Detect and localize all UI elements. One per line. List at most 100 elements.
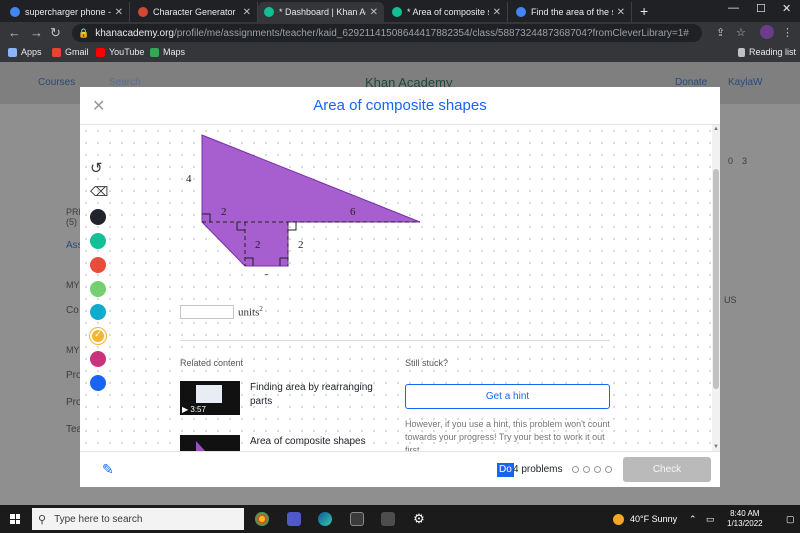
back-icon[interactable]: ← bbox=[8, 25, 21, 40]
settings-gear-icon[interactable]: ⚙ bbox=[412, 512, 426, 526]
nav-user: KaylaW bbox=[728, 77, 763, 88]
figure-label: 2 bbox=[298, 239, 304, 251]
related-video-link[interactable]: Finding area by rearranging parts bbox=[250, 381, 380, 409]
tab-title: * Dashboard | Khan Acad bbox=[279, 7, 366, 17]
reload-icon[interactable]: ↻ bbox=[50, 25, 61, 41]
figure-label: 6 bbox=[350, 206, 356, 218]
edge-icon[interactable] bbox=[318, 512, 332, 526]
content-scrollbar[interactable]: ▲ ▼ bbox=[712, 125, 720, 451]
progress-dot bbox=[594, 466, 601, 473]
problems-count: 4 problems bbox=[513, 464, 563, 475]
clock-time: 8:40 AM bbox=[730, 509, 760, 518]
google-icon bbox=[10, 7, 20, 17]
do-label: Do bbox=[497, 463, 514, 477]
color-pink[interactable] bbox=[90, 351, 106, 367]
check-icon: ✓ bbox=[94, 329, 102, 339]
chevron-up-icon[interactable]: ⌃ bbox=[689, 514, 697, 525]
right-label: 3 bbox=[742, 156, 748, 166]
right-label: 0 bbox=[728, 156, 734, 166]
new-tab-icon[interactable]: + bbox=[640, 3, 648, 19]
browser-tab[interactable]: * Area of composite shap ✕ bbox=[386, 2, 508, 22]
composite-shape-figure: 4 2 6 2 2 2 bbox=[186, 134, 421, 275]
color-teal[interactable] bbox=[90, 233, 106, 249]
close-tab-icon[interactable]: ✕ bbox=[243, 7, 251, 18]
side-label: MY bbox=[66, 280, 80, 290]
side-label: (5) bbox=[66, 217, 77, 227]
scroll-thumb[interactable] bbox=[713, 169, 719, 389]
scroll-up-icon[interactable]: ▲ bbox=[712, 125, 720, 133]
bookmark-label: Gmail bbox=[65, 47, 89, 57]
maximize-icon[interactable]: ☐ bbox=[756, 2, 766, 15]
browser-tab-active[interactable]: * Dashboard | Khan Acad ✕ bbox=[258, 2, 384, 22]
tab-title: supercharger phone - Go bbox=[25, 7, 111, 17]
notification-icon[interactable]: ▢ bbox=[786, 514, 795, 525]
bookmark-apps[interactable]: Apps bbox=[8, 47, 42, 57]
divider bbox=[180, 340, 610, 341]
display-icon[interactable]: ▭ bbox=[706, 514, 715, 525]
close-tab-icon[interactable]: ✕ bbox=[617, 7, 625, 18]
clock[interactable]: 8:40 AM 1/13/2022 bbox=[727, 509, 763, 529]
exercise-modal: ✕ Area of composite shapes 4 2 6 2 2 2 ↺… bbox=[80, 87, 720, 487]
clock-date: 1/13/2022 bbox=[727, 519, 763, 528]
progress-dot bbox=[572, 466, 579, 473]
forward-icon[interactable]: → bbox=[30, 25, 43, 40]
video-thumbnail[interactable]: ▶ 3:57 bbox=[180, 381, 240, 415]
bookmark-label: YouTube bbox=[109, 47, 145, 57]
video-thumbnail[interactable] bbox=[180, 435, 240, 451]
color-blue[interactable] bbox=[90, 375, 106, 391]
close-tab-icon[interactable]: ✕ bbox=[115, 7, 123, 18]
menu-icon[interactable]: ⋮ bbox=[782, 26, 793, 39]
teams-icon[interactable] bbox=[287, 512, 301, 526]
reading-list[interactable]: Reading list bbox=[738, 47, 796, 57]
chrome-icon[interactable] bbox=[255, 512, 269, 526]
weather-text[interactable]: 40°F Sunny bbox=[630, 514, 677, 524]
maps-icon bbox=[150, 47, 159, 57]
exercise-content: 4 2 6 2 2 2 ↺ ⌫ ✓ units2 Related content… bbox=[80, 125, 712, 451]
share-icon[interactable]: ⇪ bbox=[716, 26, 725, 39]
color-black[interactable] bbox=[90, 209, 106, 225]
star-icon[interactable]: ☆ bbox=[736, 26, 746, 39]
browser-tab[interactable]: supercharger phone - Go ✕ bbox=[4, 2, 130, 22]
windows-start-icon[interactable] bbox=[10, 514, 20, 524]
minimize-icon[interactable]: — bbox=[728, 2, 739, 14]
youtube-icon bbox=[96, 47, 105, 57]
video-duration: ▶ 3:57 bbox=[182, 405, 206, 414]
still-stuck-heading: Still stuck? bbox=[405, 358, 449, 368]
units-exponent: 2 bbox=[259, 305, 263, 313]
store-icon[interactable] bbox=[381, 512, 395, 526]
check-button[interactable]: Check bbox=[623, 457, 711, 482]
side-label: MY bbox=[66, 345, 80, 355]
thumbnail-image bbox=[196, 441, 216, 451]
units-label: units2 bbox=[238, 305, 263, 319]
color-red[interactable] bbox=[90, 257, 106, 273]
sun-icon bbox=[613, 514, 624, 525]
browser-tab[interactable]: Find the area of the shap ✕ bbox=[510, 2, 632, 22]
bookmark-gmail[interactable]: Gmail bbox=[52, 47, 89, 57]
color-green[interactable] bbox=[90, 281, 106, 297]
close-window-icon[interactable]: ✕ bbox=[782, 2, 791, 15]
bookmark-maps[interactable]: Maps bbox=[150, 47, 185, 57]
calculator-icon[interactable] bbox=[350, 512, 364, 526]
tab-title: Character Generator bbox=[153, 7, 236, 17]
get-hint-button[interactable]: Get a hint bbox=[405, 384, 610, 409]
color-yellow-selected[interactable]: ✓ bbox=[90, 328, 106, 344]
bookmark-youtube[interactable]: YouTube bbox=[96, 47, 144, 57]
answer-input[interactable] bbox=[180, 305, 234, 319]
units-text: units bbox=[238, 306, 260, 319]
browser-tab[interactable]: Character Generator ✕ bbox=[132, 2, 258, 22]
color-blue-green[interactable] bbox=[90, 304, 106, 320]
composite-shape bbox=[201, 134, 421, 267]
taskbar-search-input[interactable]: ⚲ Type here to search bbox=[32, 508, 244, 530]
close-tab-icon[interactable]: ✕ bbox=[370, 7, 378, 18]
undo-icon[interactable]: ↺ bbox=[90, 161, 103, 177]
url-input[interactable]: 🔒 khanacademy.org /profile/me/assignment… bbox=[72, 24, 702, 42]
related-video-link[interactable]: Area of composite shapes bbox=[250, 435, 380, 449]
eraser-icon[interactable]: ⌫ bbox=[90, 184, 108, 200]
modal-header: ✕ Area of composite shapes bbox=[80, 87, 720, 125]
pencil-icon[interactable]: ✎ bbox=[102, 461, 114, 478]
close-tab-icon[interactable]: ✕ bbox=[493, 7, 501, 18]
profile-avatar[interactable] bbox=[760, 25, 774, 39]
scroll-down-icon[interactable]: ▼ bbox=[712, 443, 720, 451]
right-angle-marker bbox=[288, 222, 297, 231]
progress-dot bbox=[583, 466, 590, 473]
